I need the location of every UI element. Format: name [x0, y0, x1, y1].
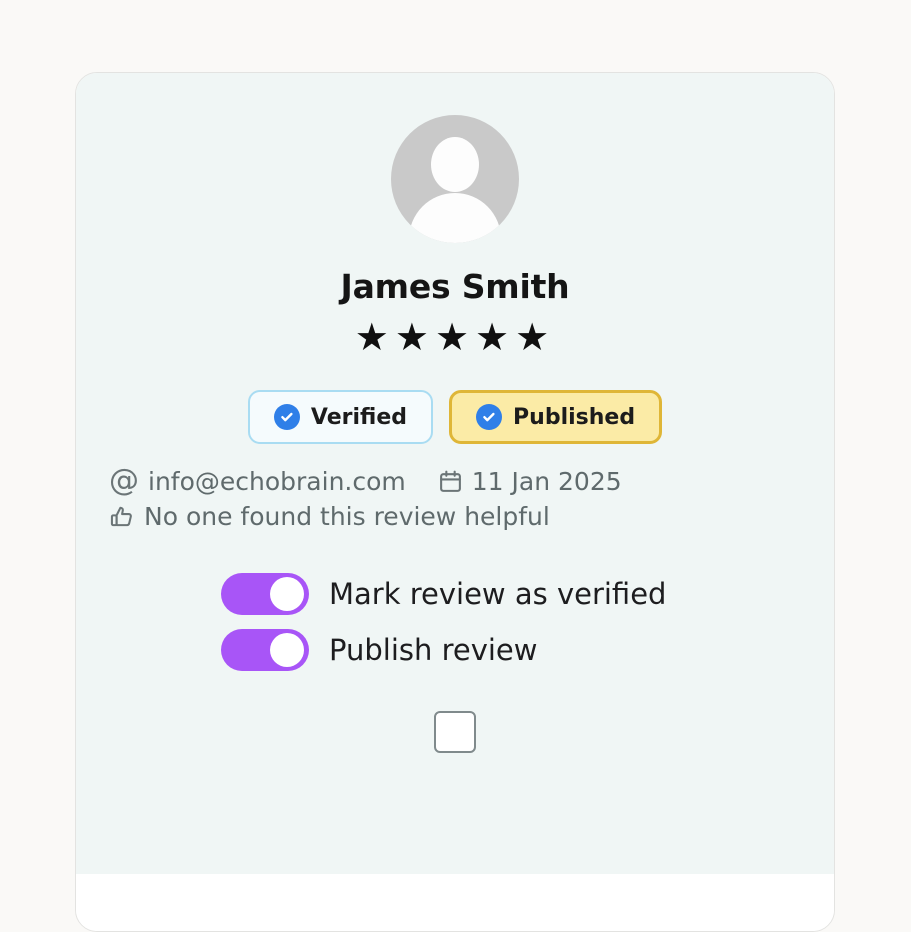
review-card-body: James Smith ★★★★★ Verified Published @ i… [76, 73, 834, 874]
star-icon-2: ★ [394, 315, 435, 359]
blue-check-circle-icon [273, 404, 300, 430]
status-badges: Verified Published [76, 390, 834, 444]
rating-stars: ★★★★★ [76, 318, 834, 356]
avatar-body-shape [409, 193, 501, 243]
status-badge-verified-label: Verified [310, 404, 408, 430]
toggle-knob [270, 633, 304, 667]
avatar-container [76, 115, 834, 243]
user-avatar-placeholder-icon [391, 115, 519, 243]
status-badge-published-label: Published [513, 404, 636, 430]
thumbs-up-icon [109, 504, 135, 530]
review-toggles: Mark review as verified Publish review [76, 573, 834, 671]
meta-row-contact: @ info@echobrain.com 11 Jan 2025 [109, 466, 834, 496]
status-badge-verified[interactable]: Verified [247, 390, 434, 444]
toggle-mark-review-as-verified[interactable] [221, 573, 309, 615]
star-icon-3: ★ [434, 315, 476, 359]
star-icon-5: ★ [515, 315, 556, 359]
star-icon-4: ★ [475, 315, 516, 359]
calendar-icon [438, 469, 463, 494]
toggle-mark-review-as-verified-label: Mark review as verified [329, 577, 667, 611]
reviewer-email: info@echobrain.com [148, 466, 406, 496]
status-badge-published[interactable]: Published [449, 390, 663, 444]
review-date: 11 Jan 2025 [471, 466, 622, 496]
toggle-row-publish: Publish review [221, 629, 834, 671]
review-meta: @ info@echobrain.com 11 Jan 2025 No one … [76, 466, 834, 532]
reviewer-name: James Smith [340, 267, 570, 306]
star-icon-1: ★ [354, 315, 395, 359]
at-sign-icon: @ [109, 463, 139, 498]
meta-row-helpful: No one found this review helpful [109, 502, 834, 531]
blue-check-circle-icon [476, 404, 503, 430]
review-card: James Smith ★★★★★ Verified Published @ i… [75, 72, 835, 932]
toggle-row-verified: Mark review as verified [221, 573, 834, 615]
checkbox-container [76, 711, 834, 753]
toggle-knob [270, 577, 304, 611]
toggle-publish-review-label: Publish review [329, 633, 538, 667]
review-card-footer [76, 874, 834, 931]
avatar-head-shape [431, 137, 479, 192]
review-checkbox[interactable] [434, 711, 476, 753]
toggle-publish-review[interactable] [221, 629, 309, 671]
helpful-count-text: No one found this review helpful [144, 502, 550, 531]
